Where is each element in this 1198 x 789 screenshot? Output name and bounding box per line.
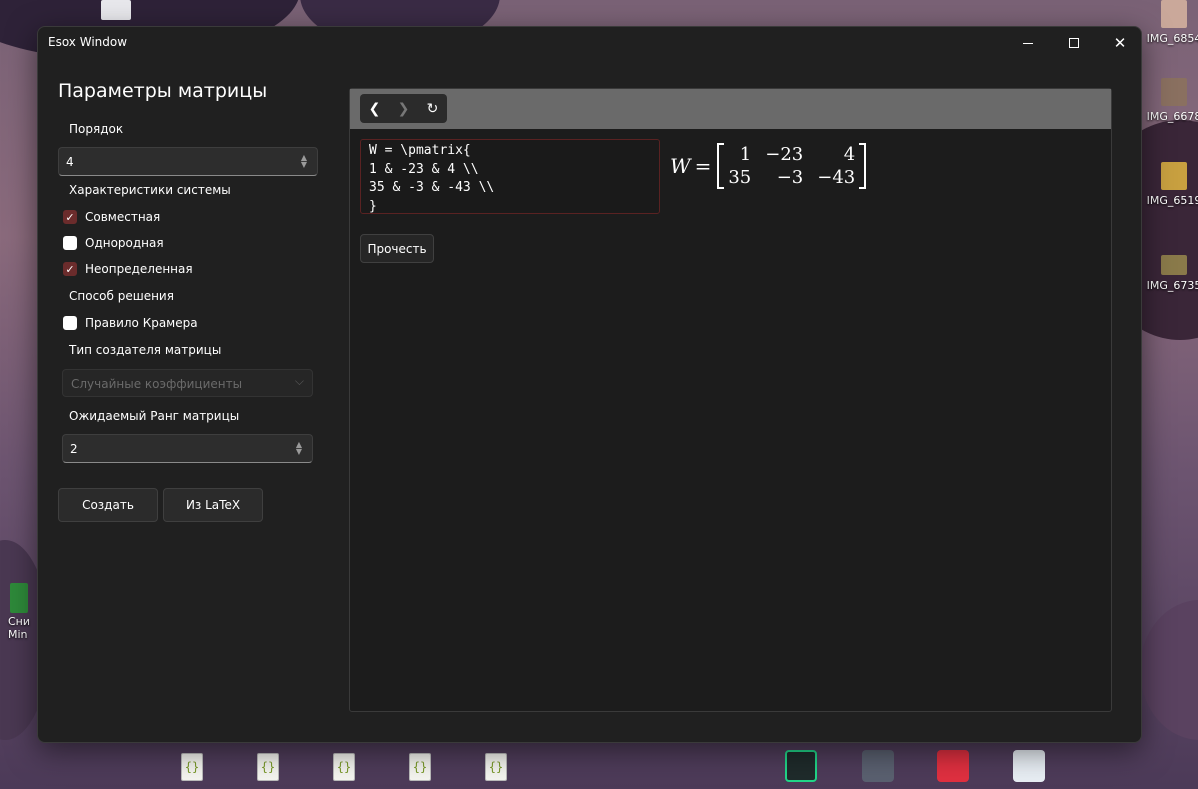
maximize-icon	[1069, 38, 1079, 48]
code-line: W = \pmatrix{	[369, 143, 471, 158]
desktop-icon-image[interactable]: IMG_6735	[1146, 255, 1198, 292]
app-stack-icon[interactable]	[862, 750, 894, 782]
create-button[interactable]: Создать	[58, 488, 158, 522]
desktop-icon-image[interactable]: IMG_6519	[1146, 162, 1198, 207]
matrix-grid: 1 −23 4 35 −3 −43	[724, 144, 859, 188]
order-number-box[interactable]: 4 ▲ ▼	[58, 147, 318, 176]
code-line: }	[369, 198, 377, 214]
checkmark-icon: ✓	[63, 262, 77, 276]
code-line: 1 & -23 & 4 \\	[369, 161, 479, 177]
desktop-icon-label: IMG_6735	[1146, 279, 1198, 292]
equals-sign: =	[694, 154, 712, 178]
checkbox-indeterminate[interactable]: ✓ Неопределенная	[63, 262, 193, 276]
minimize-icon	[1023, 42, 1033, 44]
rank-number-box[interactable]: 2 ▲ ▼	[62, 434, 313, 463]
json-file-icon[interactable]: {}	[409, 753, 431, 781]
checkmark-icon: ✓	[63, 210, 77, 224]
matrix-cell: 1	[739, 144, 752, 165]
matrix-cell: 35	[728, 167, 752, 188]
checkbox-label: Совместная	[85, 210, 161, 224]
code-line: 35 & -3 & -43 \\	[369, 180, 495, 195]
minimize-button[interactable]	[1005, 27, 1051, 59]
order-label: Порядок	[69, 122, 124, 136]
checkbox-empty-icon	[63, 236, 77, 250]
checkbox-label: Правило Крамера	[85, 316, 198, 330]
matrix-cell: −3	[776, 167, 804, 188]
checkbox-empty-icon	[63, 316, 77, 330]
window-title: Esox Window	[48, 35, 128, 49]
right-bracket	[859, 143, 867, 189]
checkbox-consistent[interactable]: ✓ Совместная	[63, 210, 160, 224]
forward-icon: ❯	[397, 100, 410, 117]
desktop-icon-settings[interactable]	[100, 0, 132, 24]
panel-title: Параметры матрицы	[58, 80, 268, 102]
checkbox-cramer[interactable]: Правило Крамера	[63, 316, 198, 330]
json-file-icon[interactable]: {}	[257, 753, 279, 781]
desktop-icon-label: IMG_6854	[1146, 32, 1198, 45]
left-bracket	[717, 143, 725, 189]
back-icon: ❮	[368, 100, 381, 117]
matrix-cell: −23	[765, 144, 804, 165]
close-button[interactable]: ✕	[1097, 27, 1141, 59]
refresh-button[interactable]: ↻	[418, 94, 447, 123]
chevron-down-icon: ⌵	[294, 374, 304, 388]
rank-label: Ожидаемый Ранг матрицы	[69, 409, 240, 423]
desktop-icon-label: Сни	[8, 615, 31, 628]
close-icon: ✕	[1113, 34, 1127, 52]
desktop-icon-label: IMG_6519	[1146, 194, 1198, 207]
latex-editor-panel: ❮ ❯ ↻ W = \pmatrix{ 1 & -23 & 4 \\ 35 & -3…	[349, 88, 1112, 712]
matrix-cell: 4	[843, 144, 856, 165]
checkbox-label: Неопределенная	[85, 262, 193, 276]
navigation-buttons: ❮ ❯ ↻	[360, 94, 447, 123]
app-red-icon[interactable]	[937, 750, 969, 782]
desktop-icon-image[interactable]: IMG_6678	[1146, 78, 1198, 123]
forward-button[interactable]: ❯	[389, 94, 418, 123]
navigation-bar: ❮ ❯ ↻	[350, 89, 1111, 129]
desktop-icon-app[interactable]: Сни Min	[8, 583, 38, 641]
latex-input[interactable]: W = \pmatrix{ 1 & -23 & 4 \\ 35 & -3 & -43…	[360, 139, 660, 214]
rendered-matrix: W = 1 −23 4 35 −3 −43	[670, 141, 867, 191]
system-section-label: Характеристики системы	[69, 183, 231, 197]
read-button[interactable]: Прочесть	[360, 234, 434, 263]
json-file-icon[interactable]: {}	[181, 753, 203, 781]
spin-icon[interactable]: ▲ ▼	[299, 154, 309, 169]
desktop-icon-label: IMG_6678	[1146, 110, 1198, 123]
checkbox-homogeneous[interactable]: Однородная	[63, 236, 164, 250]
desktop-icon-label: Min	[8, 628, 28, 641]
matrix-name: W	[670, 154, 691, 178]
refresh-icon: ↻	[426, 100, 439, 117]
rank-value: 2	[70, 442, 78, 456]
json-file-icon[interactable]: {}	[333, 753, 355, 781]
method-section-label: Способ решения	[69, 289, 174, 303]
clion-icon[interactable]	[785, 750, 817, 782]
checkbox-label: Однородная	[85, 236, 164, 250]
creator-type-select[interactable]: Случайные коэффициенты ⌵	[62, 369, 313, 397]
json-file-icon[interactable]: {}	[485, 753, 507, 781]
app-teal-icon[interactable]	[1013, 750, 1045, 782]
back-button[interactable]: ❮	[360, 94, 389, 123]
title-bar[interactable]: Esox Window ✕	[38, 27, 1141, 59]
creator-type-value: Случайные коэффициенты	[71, 377, 243, 391]
spin-icon[interactable]: ▲ ▼	[294, 441, 304, 456]
from-latex-button[interactable]: Из LaTeX	[163, 488, 263, 522]
order-value: 4	[66, 155, 74, 169]
desktop-icon-image[interactable]: IMG_6854	[1146, 0, 1198, 45]
matrix-cell: −43	[817, 167, 856, 188]
creator-section-label: Тип создателя матрицы	[69, 343, 222, 357]
esox-window: Esox Window ✕ Параметры матрицы Порядок …	[37, 26, 1142, 743]
maximize-button[interactable]	[1051, 27, 1097, 59]
